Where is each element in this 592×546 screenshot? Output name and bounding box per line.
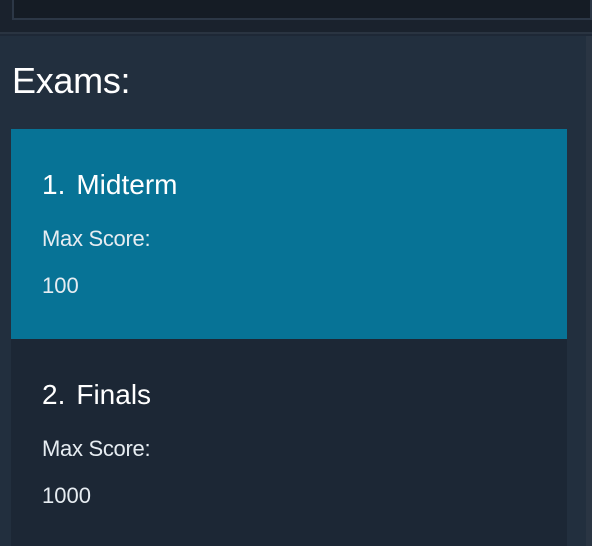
exam-list[interactable]: 1. Midterm Max Score: 100 2. Finals Max Sc…: [11, 129, 567, 546]
top-bar: [0, 0, 592, 34]
panel-scrollbar-track[interactable]: [586, 36, 592, 546]
exam-name: 2. Finals: [42, 379, 151, 411]
max-score-label: Max Score:: [42, 226, 151, 251]
exam-index: 1.: [42, 169, 66, 200]
max-score-value: 1000: [42, 483, 91, 508]
exam-title: Midterm: [76, 169, 178, 200]
command-box[interactable]: [12, 0, 592, 20]
exam-card[interactable]: 2. Finals Max Score: 1000: [11, 339, 567, 546]
exam-list-title: Exams:: [12, 60, 131, 101]
exam-index: 2.: [42, 379, 66, 410]
max-score-label: Max Score:: [42, 436, 151, 461]
exam-title: Finals: [76, 379, 152, 410]
exam-name: 1. Midterm: [42, 169, 177, 201]
exam-card[interactable]: 1. Midterm Max Score: 100: [11, 129, 567, 339]
max-score-value: 100: [42, 273, 79, 298]
